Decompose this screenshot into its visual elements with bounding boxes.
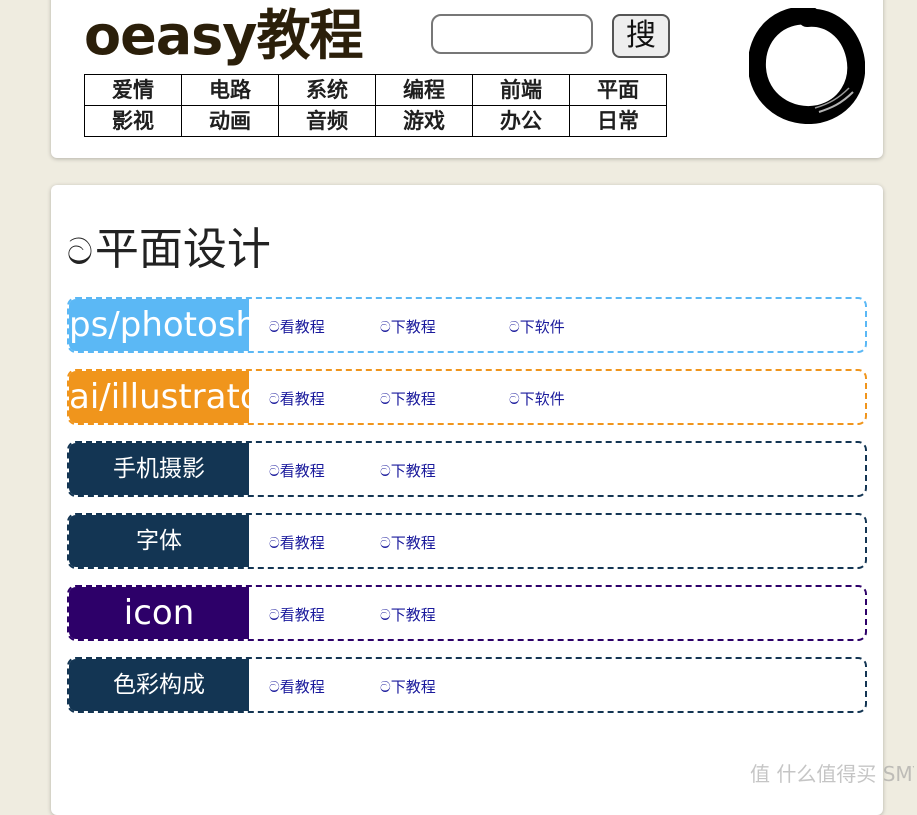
nav-item-aiqing[interactable]: 爱情 xyxy=(84,74,182,106)
download-tutorial-link[interactable]: ට下教程 xyxy=(380,443,436,499)
course-label[interactable]: 字体 xyxy=(69,515,249,567)
site-logo[interactable]: oeasy教程 xyxy=(84,6,364,66)
course-row: icon ට看教程 ට下教程 xyxy=(67,585,867,641)
view-tutorial-link[interactable]: ට看教程 xyxy=(269,659,325,715)
course-row: ps/photoshop ට看教程 ට下教程 ට下软件 xyxy=(67,297,867,353)
search-button[interactable]: 搜 xyxy=(612,14,670,58)
course-label[interactable]: icon xyxy=(69,587,249,639)
nav-row: 影视 动画 音频 游戏 办公 日常 xyxy=(84,105,667,137)
download-software-link[interactable]: ට下软件 xyxy=(509,299,565,355)
course-label[interactable]: ps/photoshop xyxy=(69,299,249,351)
search-input[interactable] xyxy=(431,14,593,54)
download-tutorial-link[interactable]: ට下教程 xyxy=(380,371,436,427)
nav-item-biancheng[interactable]: 编程 xyxy=(375,74,473,106)
nav-item-donghua[interactable]: 动画 xyxy=(181,105,279,137)
nav-item-qianduan[interactable]: 前端 xyxy=(472,74,570,106)
category-nav: 爱情 电路 系统 编程 前端 平面 影视 动画 音频 游戏 办公 日常 xyxy=(84,74,667,137)
nav-item-xitong[interactable]: 系统 xyxy=(278,74,376,106)
nav-row: 爱情 电路 系统 编程 前端 平面 xyxy=(84,74,667,106)
view-tutorial-link[interactable]: ට看教程 xyxy=(269,299,325,355)
course-label[interactable]: 手机摄影 xyxy=(69,443,249,495)
course-row: 手机摄影 ට看教程 ට下教程 xyxy=(67,441,867,497)
spiral-icon: ට xyxy=(67,232,93,273)
nav-item-yingshi[interactable]: 影视 xyxy=(84,105,182,137)
course-row: 色彩构成 ට看教程 ට下教程 xyxy=(67,657,867,713)
course-label[interactable]: 色彩构成 xyxy=(69,659,249,711)
download-tutorial-link[interactable]: ට下教程 xyxy=(380,515,436,571)
nav-item-richang[interactable]: 日常 xyxy=(569,105,667,137)
nav-item-youxi[interactable]: 游戏 xyxy=(375,105,473,137)
page-title: ට平面设计 xyxy=(67,225,271,278)
view-tutorial-link[interactable]: ට看教程 xyxy=(269,515,325,571)
nav-item-bangong[interactable]: 办公 xyxy=(472,105,570,137)
section-title-text: 平面设计 xyxy=(94,224,271,275)
nav-item-pingmian[interactable]: 平面 xyxy=(569,74,667,106)
enso-circle-icon xyxy=(749,8,865,124)
download-tutorial-link[interactable]: ට下教程 xyxy=(380,587,436,643)
course-label[interactable]: ai/illustrator xyxy=(69,371,249,423)
view-tutorial-link[interactable]: ට看教程 xyxy=(269,371,325,427)
download-tutorial-link[interactable]: ට下教程 xyxy=(380,299,436,355)
download-software-link[interactable]: ට下软件 xyxy=(509,371,565,427)
nav-item-yinpin[interactable]: 音频 xyxy=(278,105,376,137)
header-card: oeasy教程 搜 爱情 电路 系统 编程 前端 平面 影视 动画 音频 游戏 … xyxy=(51,0,883,158)
watermark: 值 什么值得买 SMYZ.NET xyxy=(750,762,914,786)
view-tutorial-link[interactable]: ට看教程 xyxy=(269,587,325,643)
view-tutorial-link[interactable]: ට看教程 xyxy=(269,443,325,499)
main-card: ට平面设计 ps/photoshop ට看教程 ට下教程 ට下软件 ai/ill… xyxy=(51,185,883,815)
course-row: ai/illustrator ට看教程 ට下教程 ට下软件 xyxy=(67,369,867,425)
nav-item-dianlu[interactable]: 电路 xyxy=(181,74,279,106)
download-tutorial-link[interactable]: ට下教程 xyxy=(380,659,436,715)
course-row: 字体 ට看教程 ට下教程 xyxy=(67,513,867,569)
